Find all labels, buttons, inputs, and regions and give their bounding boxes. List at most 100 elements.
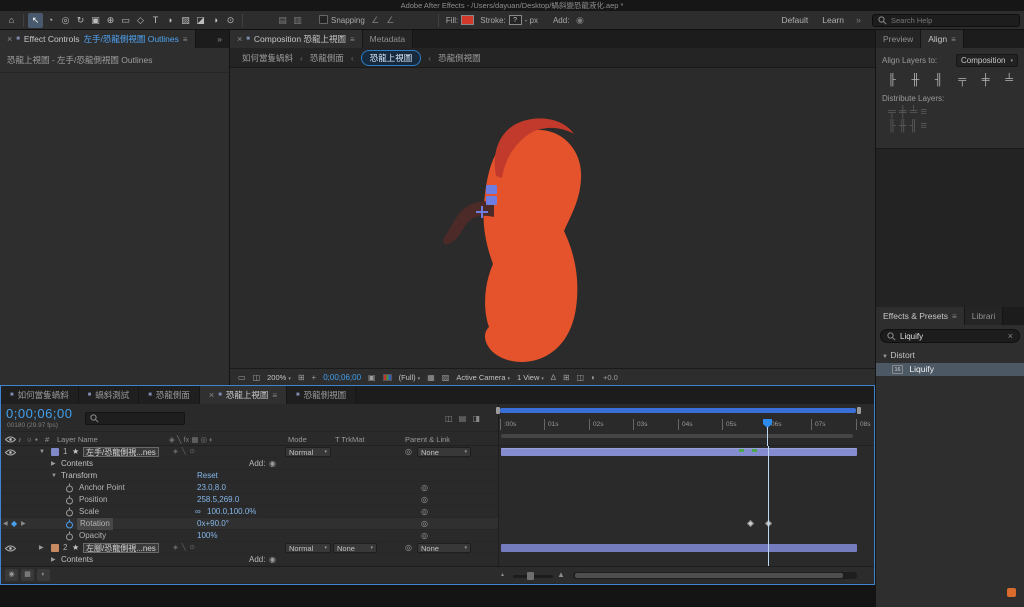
shape-tool-icon[interactable]: ▭ [118, 13, 133, 28]
property-pickwhip-icon[interactable]: ◎ [421, 494, 428, 506]
snapping-checkbox[interactable] [319, 15, 328, 24]
close-tab-icon[interactable]: × [237, 34, 242, 44]
split-view-icon[interactable]: ◫ [253, 373, 261, 382]
property-label[interactable]: Opacity [79, 530, 106, 542]
stopwatch-icon[interactable] [65, 495, 74, 505]
constrain-link-icon[interactable]: ∞ [195, 506, 201, 518]
tab-libraries[interactable]: Librari [964, 307, 1004, 325]
property-pickwhip-icon[interactable]: ◎ [421, 506, 428, 518]
property-row-rotation[interactable]: ◀ ◆ ▶ Rotation 0x+90.0° ◎ [1, 518, 498, 530]
monitor-icon[interactable]: ▭ [238, 373, 246, 382]
stopwatch-icon[interactable] [65, 483, 74, 493]
magnification-dropdown[interactable]: 200% ▾ [267, 373, 291, 382]
group-twirl-icon[interactable]: ▼ [51, 470, 57, 482]
fill-swatch[interactable] [461, 15, 475, 25]
fast-previews-icon[interactable]: ⊞ [563, 373, 570, 382]
notification-icon[interactable] [1007, 588, 1016, 597]
zoom-in-icon[interactable]: ▲ [557, 570, 565, 579]
snap-option-icon[interactable]: ∠ [383, 13, 398, 28]
eraser-tool-icon[interactable]: ◪ [193, 13, 208, 28]
align-target-dropdown[interactable]: Composition ▾ [956, 54, 1018, 67]
camera-tool-icon[interactable]: ▣ [88, 13, 103, 28]
timeline-comp-icon[interactable]: ◫ [577, 373, 585, 382]
panel-overflow-icon[interactable]: » [210, 30, 229, 48]
pixel-aspect-icon[interactable]: ∆ [551, 373, 556, 382]
roto-brush-tool-icon[interactable]: ◑ [208, 13, 223, 28]
workspace-learn[interactable]: Learn [815, 15, 851, 25]
tab-composition[interactable]: × ■ Composition 恐龍上視圖 ≡ [230, 30, 363, 48]
layer-name-column-header[interactable]: Layer Name [57, 432, 98, 447]
timeline-track-area[interactable] [498, 446, 874, 566]
effects-category-distort[interactable]: ▼ Distort [876, 349, 1024, 362]
view-layout-dropdown[interactable]: 1 View ▾ [517, 373, 544, 382]
exposure-value[interactable]: +0.0 [603, 373, 618, 382]
property-value[interactable]: 258.5,269.0 [197, 494, 239, 506]
previous-keyframe-icon[interactable]: ◀ [3, 518, 8, 530]
blend-mode-dropdown[interactable]: Normal ▾ [285, 543, 331, 553]
stroke-width-value[interactable]: - px [525, 16, 538, 25]
trkmat-column-header[interactable]: T TrkMat [335, 432, 364, 447]
align-top-button[interactable]: ╤ [958, 74, 966, 86]
playhead-line[interactable] [768, 446, 769, 566]
playhead-line[interactable] [767, 427, 768, 446]
puppet-pin-tool-icon[interactable]: ⊙ [223, 13, 238, 28]
timeline-tab[interactable]: ■ 恐龍側視圖 [287, 386, 357, 404]
panel-menu-icon[interactable]: ≡ [951, 35, 956, 44]
property-value[interactable]: 23.0,8.0 [197, 482, 226, 494]
property-label[interactable]: Position [79, 494, 107, 506]
align-hcenter-button[interactable]: ╫ [911, 74, 919, 86]
more-workspaces-icon[interactable]: » [851, 13, 866, 28]
distribute-buttons-row2[interactable]: ╟ ╫ ╢ ≡ [876, 120, 1024, 132]
align-right-button[interactable]: ╢ [935, 74, 943, 86]
pen-tool-icon[interactable]: ◇ [133, 13, 148, 28]
property-pickwhip-icon[interactable]: ◎ [421, 530, 428, 542]
panel-menu-icon[interactable]: ≡ [952, 312, 957, 321]
resolution-dropdown[interactable]: (Full) ▾ [399, 373, 421, 382]
property-row-scale[interactable]: Scale ∞ 100.0,100.0% ◎ [1, 506, 498, 518]
current-time-display[interactable]: 0;00;06;00 [6, 406, 72, 421]
breadcrumb-item[interactable]: 如何當隻蝸斜 [242, 52, 293, 64]
work-area-bar[interactable] [501, 434, 853, 438]
contents-label[interactable]: Contents [61, 554, 93, 566]
layer-switches-icons[interactable]: ◈ ╲ ⊙ [173, 542, 196, 554]
clear-search-icon[interactable]: × [1008, 331, 1013, 341]
tab-effect-controls[interactable]: × ■ Effect Controls 左手/恐龍側視圖 Outlines ≡ [0, 30, 196, 48]
effect-item-liquify[interactable]: 16 Liquify [876, 363, 1024, 376]
stopwatch-icon[interactable] [65, 531, 74, 541]
exposure-icon[interactable]: ◐ [591, 373, 596, 382]
layer-duration-bar[interactable] [501, 544, 857, 552]
type-tool-icon[interactable]: T [148, 13, 163, 28]
property-value[interactable]: 0x+90.0° [197, 518, 229, 530]
add-keyframe-icon[interactable]: ◆ [11, 518, 17, 530]
breadcrumb-item[interactable]: 恐龍側面 [310, 52, 344, 64]
align-bottom-button[interactable]: ╧ [1005, 74, 1013, 86]
distribute-buttons-row1[interactable]: ╤ ╪ ╧ ≡ [876, 106, 1024, 118]
breadcrumb-item-current[interactable]: 恐龍上視圖 [360, 49, 422, 66]
layer-duration-bar[interactable] [501, 448, 857, 456]
eye-icon[interactable] [5, 545, 16, 552]
mode-column-header[interactable]: Mode [288, 432, 307, 447]
layer-name[interactable]: 左手/恐龍側視...nes [83, 447, 159, 457]
crosshair-icon[interactable]: + [312, 373, 317, 382]
property-pickwhip-icon[interactable]: ◎ [421, 482, 428, 494]
blend-mode-dropdown[interactable]: Normal ▾ [285, 447, 331, 457]
navigator-end-handle[interactable] [857, 407, 861, 414]
panel-menu-icon[interactable]: ≡ [272, 391, 277, 400]
layer-name[interactable]: 左腳/恐龍側視...nes [83, 543, 159, 553]
toggle-motion-blur-button[interactable]: ◐ [37, 569, 50, 581]
group-twirl-icon[interactable]: ▶ [51, 458, 56, 470]
toggle-frame-blend-button[interactable]: ▦ [21, 569, 34, 581]
eye-icon[interactable] [5, 449, 16, 456]
composition-viewport[interactable] [230, 68, 875, 368]
twirl-open-icon[interactable]: ▼ [882, 354, 888, 360]
property-value[interactable]: 100% [197, 530, 217, 542]
add-menu-icon[interactable]: ◉ [269, 554, 276, 566]
zoom-out-icon[interactable]: ▴ [501, 571, 504, 578]
tab-align[interactable]: Align ≡ [921, 30, 964, 48]
tab-preview[interactable]: Preview [876, 30, 922, 48]
add-menu-icon[interactable]: ◉ [269, 458, 276, 470]
align-vcenter-button[interactable]: ╪ [982, 74, 990, 86]
layer-color-chip[interactable] [51, 448, 59, 456]
hand-tool-icon[interactable]: ◔ [43, 13, 58, 28]
close-tab-icon[interactable]: × [7, 34, 12, 44]
